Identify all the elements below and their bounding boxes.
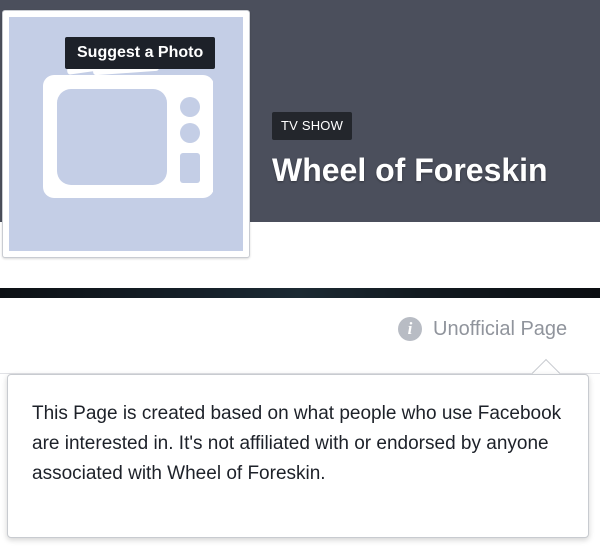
tv-icon [43,63,213,198]
suggest-photo-button[interactable]: Suggest a Photo [65,37,216,69]
cover-edge-strip [0,288,600,298]
unofficial-page-label: Unofficial Page [433,317,568,340]
unofficial-page-tooltip: This Page is created based on what peopl… [7,374,589,538]
unofficial-page-badge[interactable]: i Unofficial Page [398,314,567,344]
profile-picture-frame[interactable]: Suggest a Photo [2,10,250,258]
tooltip-text: This Page is created based on what peopl… [32,403,562,484]
page-title[interactable]: Wheel of Foreskin [272,150,548,190]
category-badge: TV SHOW [272,112,353,140]
info-icon: i [398,317,422,341]
